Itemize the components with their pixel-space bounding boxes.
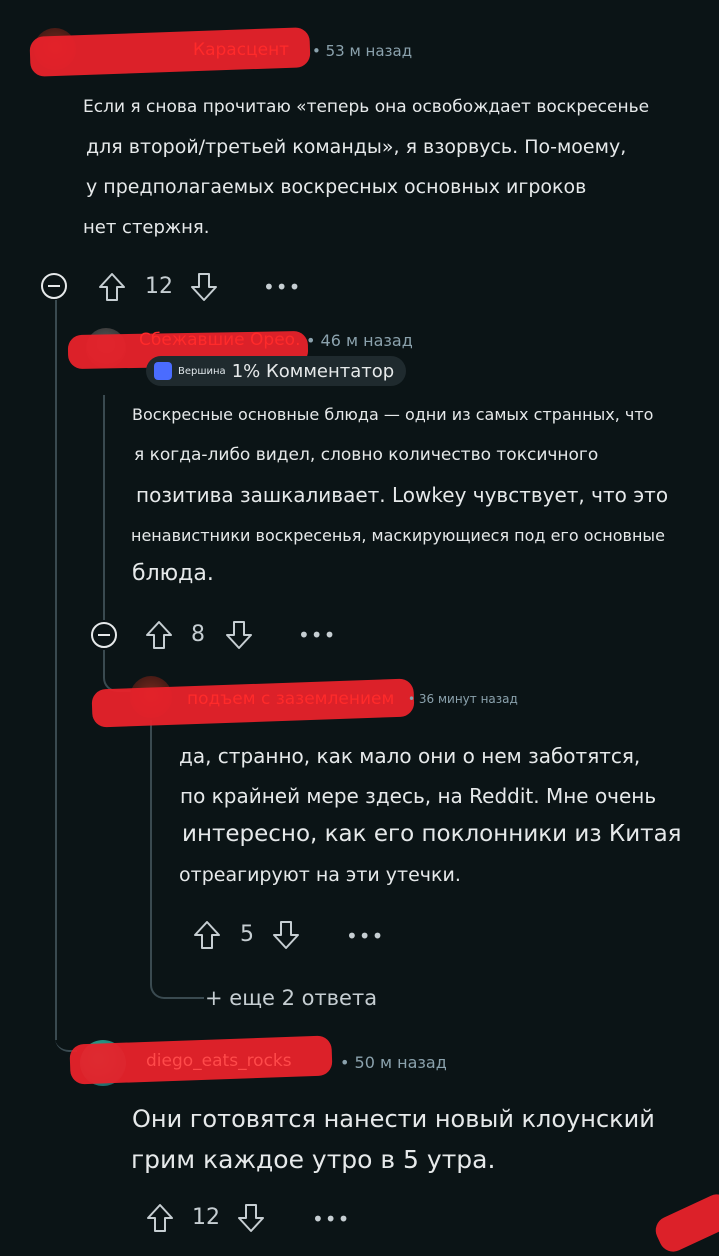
comment-text-line: у предполагаемых воскресных основных игр…: [86, 176, 587, 198]
comment-text-line: интересно, как его поклонники из Китая: [182, 821, 682, 847]
downvote-icon[interactable]: [272, 920, 300, 950]
more-options-icon[interactable]: •••: [298, 623, 336, 647]
comment-text-line: грим каждое утро в 5 утра.: [131, 1145, 496, 1174]
username[interactable]: подъем с заземлением: [187, 689, 394, 709]
downvote-icon[interactable]: [237, 1203, 265, 1233]
username[interactable]: diego_eats_rocks: [146, 1051, 292, 1071]
minus-icon: [98, 634, 110, 636]
minus-icon: [48, 285, 60, 287]
collapse-thread-button[interactable]: [41, 273, 67, 299]
thread-connector: [103, 650, 133, 692]
upvote-icon[interactable]: [145, 620, 173, 650]
trophy-icon: [154, 362, 172, 380]
comment-text-line: по крайней мере здесь, на Reddit. Мне оч…: [180, 784, 657, 808]
username[interactable]: Сбежавшие Орео.: [139, 330, 300, 350]
flair-badge: Вершина 1% Комментатор: [146, 356, 407, 386]
comment-text-line: Они готовятся нанести новый клоунский: [132, 1105, 655, 1133]
comment-text-line: Воскресные основные блюда — одни из самы…: [132, 405, 654, 424]
thread-line: [150, 720, 152, 980]
username[interactable]: Карасцент: [193, 40, 289, 60]
upvote-icon[interactable]: [193, 920, 221, 950]
more-options-icon[interactable]: •••: [312, 1207, 350, 1231]
timestamp: • 53 м назад: [312, 42, 413, 60]
comment-text-line: ненавистники воскресенья, маскирующиеся …: [131, 526, 665, 545]
comment-text-line: я когда-либо видел, словно количество то…: [134, 445, 599, 465]
more-options-icon[interactable]: •••: [346, 924, 384, 948]
downvote-icon[interactable]: [225, 620, 253, 650]
comment-text-line: для второй/третьей команды», я взорвусь.…: [86, 136, 627, 158]
thread-line: [103, 395, 105, 620]
collapse-thread-button[interactable]: [91, 622, 117, 648]
comment-text-line: да, странно, как мало они о нем заботятс…: [179, 744, 641, 768]
badge-tier: Вершина: [178, 365, 226, 377]
vote-count: 8: [191, 622, 205, 647]
comment-text-line: нет стержня.: [83, 217, 210, 238]
comment-text-line: позитива зашкаливает. Lowkey чувствует, …: [136, 483, 669, 507]
more-options-icon[interactable]: •••: [263, 275, 301, 299]
vote-count: 5: [240, 922, 254, 947]
comment-text-line: блюда.: [132, 561, 214, 586]
vote-count: 12: [192, 1205, 220, 1230]
thread-line: [55, 300, 57, 1040]
thread-connector: [150, 955, 204, 999]
redaction-mark: [651, 1189, 719, 1256]
badge-label: 1% Комментатор: [231, 360, 395, 382]
timestamp: • 50 м назад: [340, 1053, 447, 1072]
upvote-icon[interactable]: [98, 272, 126, 302]
more-replies-link[interactable]: + еще 2 ответа: [205, 986, 377, 1010]
comment-text-line: отреагируют на эти утечки.: [179, 864, 461, 886]
downvote-icon[interactable]: [190, 272, 218, 302]
upvote-icon[interactable]: [146, 1203, 174, 1233]
timestamp: • 46 м назад: [306, 331, 413, 350]
comment-text-line: Если я снова прочитаю «теперь она освобо…: [83, 97, 650, 117]
vote-count: 12: [145, 274, 173, 299]
timestamp: • 36 минут назад: [408, 692, 518, 706]
